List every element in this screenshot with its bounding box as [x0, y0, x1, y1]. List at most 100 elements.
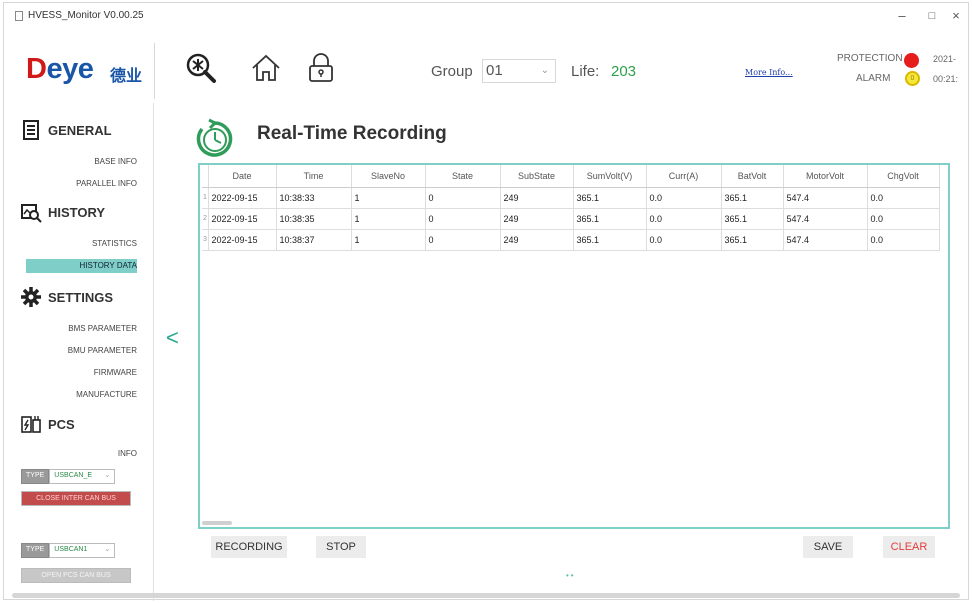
table-cell: 249	[500, 187, 574, 209]
protection-label: PROTECTION	[837, 53, 903, 64]
sidebar-item-history-data[interactable]: HISTORY DATA	[26, 259, 137, 273]
sidebar-item-firmware[interactable]: FIRMWARE	[94, 368, 137, 377]
maximize-button[interactable]: □	[924, 10, 940, 22]
alarm-indicator: 0	[905, 71, 920, 86]
table-cell: 1	[351, 229, 426, 251]
can-type-select-2[interactable]: TYPE USBCAN1 ⌄	[21, 543, 116, 558]
life-label: Life:	[571, 63, 600, 80]
protection-indicator	[904, 53, 919, 68]
table-cell: 365.1	[721, 208, 784, 230]
sidebar-section-settings[interactable]: SETTINGS	[20, 286, 113, 308]
brand-logo: Deye	[26, 53, 94, 86]
sidebar-section-history[interactable]: HISTORY	[20, 201, 105, 223]
save-button[interactable]: SAVE	[803, 536, 853, 558]
table-cell: 2022-09-15	[208, 187, 277, 209]
clear-button[interactable]: CLEAR	[883, 536, 935, 558]
records-table[interactable]: Date Time SlaveNo State SubState SumVolt…	[198, 163, 950, 529]
table-cell: 10:38:33	[276, 187, 352, 209]
column-header[interactable]: SlaveNo	[351, 165, 426, 188]
minimize-button[interactable]: –	[894, 8, 910, 23]
column-header[interactable]: SubState	[500, 165, 574, 188]
search-device-icon[interactable]	[184, 51, 218, 85]
sidebar-section-label: GENERAL	[48, 122, 112, 138]
column-header[interactable]: Date	[208, 165, 277, 188]
table-cell: 365.1	[573, 187, 647, 209]
table-cell: 547.4	[783, 229, 868, 251]
table-cell: 249	[500, 229, 574, 251]
type-value-text: USBCAN1	[54, 546, 88, 553]
table-cell: 0	[425, 187, 501, 209]
page-title: Real-Time Recording	[257, 123, 447, 144]
type-label: TYPE	[21, 543, 50, 558]
type-value-text: USBCAN_E	[54, 472, 93, 479]
horizontal-scrollbar[interactable]	[202, 521, 232, 525]
table-cell: 547.4	[783, 187, 868, 209]
table-cell: 10:38:35	[276, 208, 352, 230]
column-header[interactable]: BatVolt	[721, 165, 784, 188]
sidebar-item-info[interactable]: INFO	[118, 449, 137, 458]
close-inter-can-bus-button[interactable]: CLOSE INTER CAN BUS	[21, 491, 131, 506]
sidebar-item-statistics[interactable]: STATISTICS	[92, 239, 137, 248]
table-cell: 0.0	[867, 208, 940, 230]
header-divider	[154, 43, 155, 99]
table-row[interactable]: 3 2022-09-15 10:38:37 1 0 249 365.1 0.0 365.1 547…	[202, 229, 940, 251]
table-cell: 10:38:37	[276, 229, 352, 251]
column-header[interactable]: SumVolt(V)	[573, 165, 647, 188]
alarm-label: ALARM	[856, 73, 891, 84]
table-cell: 1	[351, 187, 426, 209]
sidebar-item-base-info[interactable]: BASE INFO	[94, 157, 137, 166]
lock-icon[interactable]	[304, 51, 338, 85]
back-arrow-button[interactable]: <	[166, 325, 179, 351]
home-icon[interactable]	[249, 51, 283, 85]
sidebar-section-general[interactable]: GENERAL	[20, 119, 112, 141]
recording-button[interactable]: RECORDING	[211, 536, 287, 558]
logo-cn: 德业	[110, 68, 143, 85]
table-header-row: Date Time SlaveNo State SubState SumVolt…	[202, 165, 940, 188]
table-cell: 249	[500, 208, 574, 230]
column-header[interactable]: ChgVolt	[867, 165, 940, 188]
bottom-scrollbar[interactable]	[12, 593, 960, 598]
column-header[interactable]: Time	[276, 165, 352, 188]
stopwatch-icon	[196, 118, 233, 157]
column-header[interactable]: State	[425, 165, 501, 188]
time-display: 00:21:	[933, 74, 959, 84]
life-value: 203	[611, 63, 637, 80]
logo-text: eye	[46, 53, 94, 85]
sidebar-item-manufacture[interactable]: MANUFACTURE	[76, 390, 137, 399]
stop-button[interactable]: STOP	[316, 536, 366, 558]
chevron-down-icon: ⌄	[540, 65, 549, 76]
group-label: Group	[431, 63, 473, 80]
sidebar-item-parallel-info[interactable]: PARALLEL INFO	[76, 179, 137, 188]
sidebar-item-bmu-parameter[interactable]: BMU PARAMETER	[68, 346, 137, 355]
table-cell: 365.1	[573, 229, 647, 251]
date-display: 2021-	[933, 54, 957, 64]
group-value: 01	[486, 62, 503, 79]
can-type-select-1[interactable]: TYPE USBCAN_E ⌄	[21, 469, 116, 484]
table-cell: 365.1	[721, 187, 784, 209]
table-cell: 0.0	[867, 229, 940, 251]
open-pcs-can-bus-button[interactable]: OPEN PCS CAN BUS	[21, 568, 131, 583]
sidebar: GENERAL BASE INFO PARALLEL INFO HISTORY …	[4, 103, 154, 601]
app-icon	[15, 11, 23, 21]
type-label: TYPE	[21, 469, 50, 484]
table-cell: 365.1	[721, 229, 784, 251]
table-row[interactable]: 1 2022-09-15 10:38:33 1 0 249 365.1 0.0 365.1 547…	[202, 187, 940, 209]
table-cell: 365.1	[573, 208, 647, 230]
group-select[interactable]: 01 ⌄	[482, 59, 556, 83]
chevron-down-icon: ⌄	[104, 472, 111, 479]
sidebar-section-pcs[interactable]: PCS	[20, 413, 75, 435]
table-cell: 0.0	[867, 187, 940, 209]
close-button[interactable]: ×	[948, 8, 964, 23]
sidebar-item-bms-parameter[interactable]: BMS PARAMETER	[68, 324, 137, 333]
window-title: HVESS_Monitor V0.00.25	[28, 10, 144, 21]
table-cell: 2022-09-15	[208, 208, 277, 230]
type-value: USBCAN_E ⌄	[49, 469, 116, 484]
table-cell: 1	[351, 208, 426, 230]
column-header[interactable]: MotorVolt	[783, 165, 868, 188]
table-row[interactable]: 2 2022-09-15 10:38:35 1 0 249 365.1 0.0 365.1 547…	[202, 208, 940, 230]
pcs-icon	[21, 416, 41, 433]
column-header[interactable]: Curr(A)	[646, 165, 722, 188]
type-value: USBCAN1 ⌄	[49, 543, 116, 558]
history-chart-icon	[21, 204, 42, 223]
more-info-link[interactable]: More Info...	[745, 68, 793, 77]
